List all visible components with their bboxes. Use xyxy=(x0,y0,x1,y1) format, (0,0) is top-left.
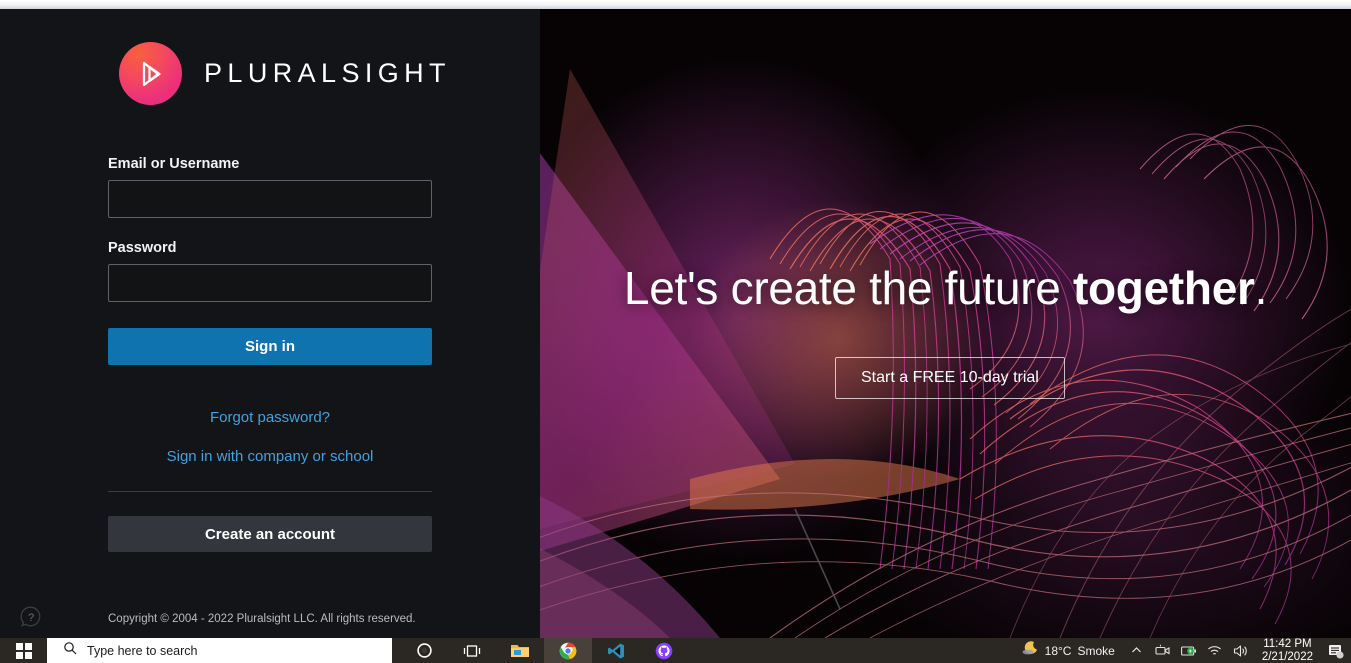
hero-headline-suffix: . xyxy=(1254,262,1268,314)
start-free-trial-button[interactable]: Start a FREE 10-day trial xyxy=(835,357,1065,399)
help-question-bubble-icon[interactable]: ? xyxy=(18,604,44,630)
task-view-icon[interactable] xyxy=(448,638,496,663)
taskbar-apps xyxy=(400,638,688,663)
email-input[interactable] xyxy=(108,180,432,218)
brand-logo[interactable]: PLURALSIGHT xyxy=(119,42,451,105)
camera-off-icon[interactable] xyxy=(1150,638,1176,663)
hero-panel: Let's create the future together. Start … xyxy=(540,9,1351,638)
wifi-icon[interactable] xyxy=(1202,638,1228,663)
system-tray: 18°C Smoke 11:42 PM 2/21/2022 xyxy=(1013,638,1351,663)
search-placeholder-text: Type here to search xyxy=(87,643,198,658)
login-form: Email or Username Password Sign in Forgo… xyxy=(108,156,432,552)
copyright-text: Copyright © 2004 - 2022 Pluralsight LLC.… xyxy=(108,613,416,625)
hero-headline-bold: together xyxy=(1072,262,1255,314)
search-input[interactable]: Type here to search xyxy=(47,638,392,663)
weather-widget[interactable]: 18°C Smoke xyxy=(1013,638,1124,663)
hero-headline: Let's create the future together. xyxy=(540,261,1351,315)
weather-temperature: 18°C xyxy=(1044,643,1072,658)
hero-headline-prefix: Let's create the future xyxy=(623,262,1073,314)
file-explorer-icon[interactable] xyxy=(496,638,544,663)
visual-studio-code-icon[interactable] xyxy=(592,638,640,663)
windows-start-icon[interactable] xyxy=(0,638,47,663)
google-chrome-icon[interactable] xyxy=(544,638,592,663)
notification-center-icon[interactable] xyxy=(1321,638,1351,663)
github-desktop-icon[interactable] xyxy=(640,638,688,663)
pluralsight-play-logo-icon xyxy=(119,42,182,105)
battery-icon[interactable] xyxy=(1176,638,1202,663)
company-signin-link[interactable]: Sign in with company or school xyxy=(108,448,432,465)
moon-weather-icon xyxy=(1022,640,1039,662)
search-icon xyxy=(63,641,77,660)
browser-top-edge xyxy=(0,0,1351,9)
password-label: Password xyxy=(108,240,177,256)
pluralsight-login-page: PLURALSIGHT Email or Username Password S… xyxy=(0,9,1351,638)
svg-text:?: ? xyxy=(28,612,34,624)
clock-date: 2/21/2022 xyxy=(1261,650,1313,663)
weather-condition: Smoke xyxy=(1077,643,1115,658)
brand-name: PLURALSIGHT xyxy=(204,58,451,88)
login-panel: PLURALSIGHT Email or Username Password S… xyxy=(0,9,540,638)
create-account-button[interactable]: Create an account xyxy=(108,516,432,552)
clock[interactable]: 11:42 PM 2/21/2022 xyxy=(1254,638,1321,663)
password-input[interactable] xyxy=(108,264,432,302)
speaker-volume-icon[interactable] xyxy=(1228,638,1254,663)
clock-time: 11:42 PM xyxy=(1263,638,1312,650)
generative-filament-artwork xyxy=(540,9,1351,638)
email-label: Email or Username xyxy=(108,156,240,172)
forgot-password-link[interactable]: Forgot password? xyxy=(108,409,432,426)
sign-in-button[interactable]: Sign in xyxy=(108,328,432,365)
chevron-up-icon[interactable] xyxy=(1124,638,1150,663)
screen: PLURALSIGHT Email or Username Password S… xyxy=(0,0,1351,663)
cortana-icon[interactable] xyxy=(400,638,448,663)
section-divider xyxy=(108,491,432,492)
